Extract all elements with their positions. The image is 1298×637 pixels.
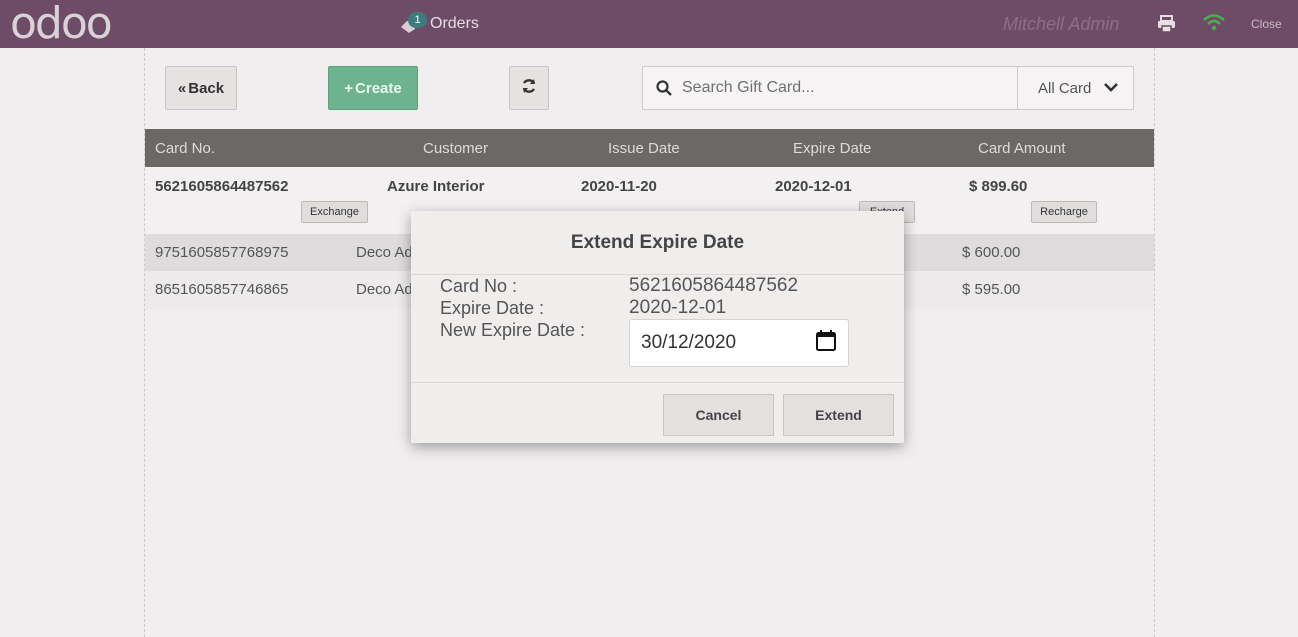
new-expire-date-input[interactable]: 30/12/2020 <box>629 319 849 367</box>
expire-date-value: 2020-12-01 <box>629 297 727 318</box>
date-value: 30/12/2020 <box>641 332 737 353</box>
card-no-label: Card No : <box>440 276 518 296</box>
extend-expire-date-dialog: Extend Expire Date Card No : 56216058644… <box>411 211 904 443</box>
cancel-button[interactable]: Cancel <box>663 394 774 436</box>
odoo-logo: odoo <box>10 0 113 49</box>
orders-count-badge: 1 <box>408 12 427 28</box>
card-no-value: 5621605864487562 <box>629 275 799 296</box>
ticket-icon: 1 <box>398 12 427 34</box>
close-button[interactable]: Close <box>1251 17 1282 31</box>
wifi-icon[interactable] <box>1203 14 1225 37</box>
new-expire-date-label: New Expire Date : <box>440 320 586 340</box>
extend-button[interactable]: Extend <box>783 394 894 436</box>
orders-label: Orders <box>430 15 479 32</box>
user-name[interactable]: Mitchell Admin <box>1003 14 1119 35</box>
printer-icon[interactable] <box>1157 15 1176 38</box>
expire-date-label: Expire Date : <box>440 298 545 318</box>
calendar-icon[interactable] <box>816 329 836 357</box>
orders-tab[interactable]: 1 Orders <box>398 10 479 38</box>
dialog-footer: Cancel Extend <box>411 382 904 443</box>
dialog-title: Extend Expire Date <box>411 211 904 275</box>
top-bar: odoo 1 Orders Mitchell Admin Close <box>0 0 1298 48</box>
